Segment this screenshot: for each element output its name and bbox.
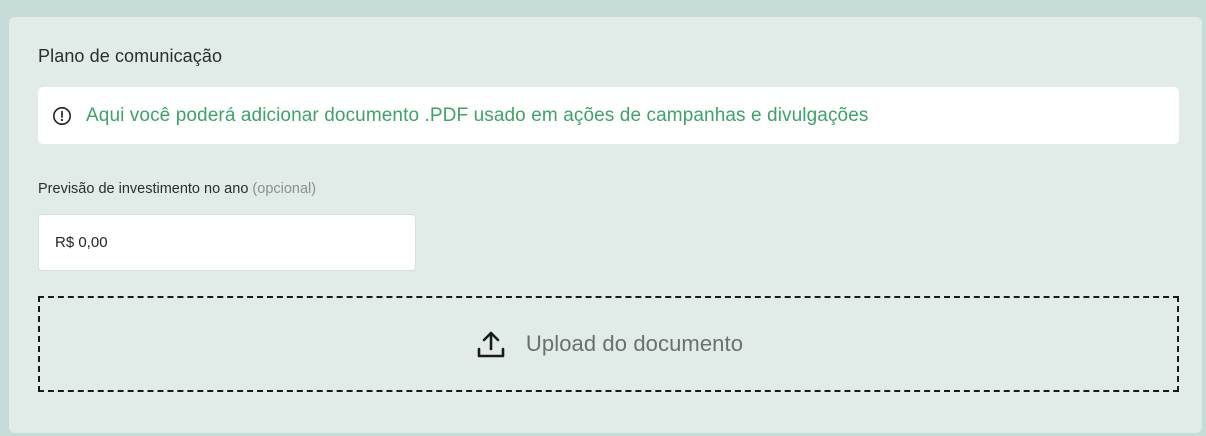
upload-icon — [474, 327, 508, 361]
info-text: Aqui você poderá adicionar documento .PD… — [86, 104, 869, 126]
upload-label: Upload do documento — [525, 331, 744, 356]
info-circle-icon — [52, 106, 72, 126]
info-alert: Aqui você poderá adicionar documento .PD… — [38, 87, 1179, 144]
communication-plan-panel: Plano de comunicação Aqui você poderá ad… — [9, 17, 1202, 433]
investment-label: Previsão de investimento no ano (opciona… — [38, 181, 316, 197]
upload-dropzone[interactable]: Upload do documento — [38, 296, 1179, 392]
investment-input[interactable] — [38, 214, 416, 271]
investment-label-text: Previsão de investimento no ano — [38, 181, 249, 197]
optional-hint: (opcional) — [252, 181, 317, 197]
section-title: Plano de comunicação — [38, 46, 223, 66]
